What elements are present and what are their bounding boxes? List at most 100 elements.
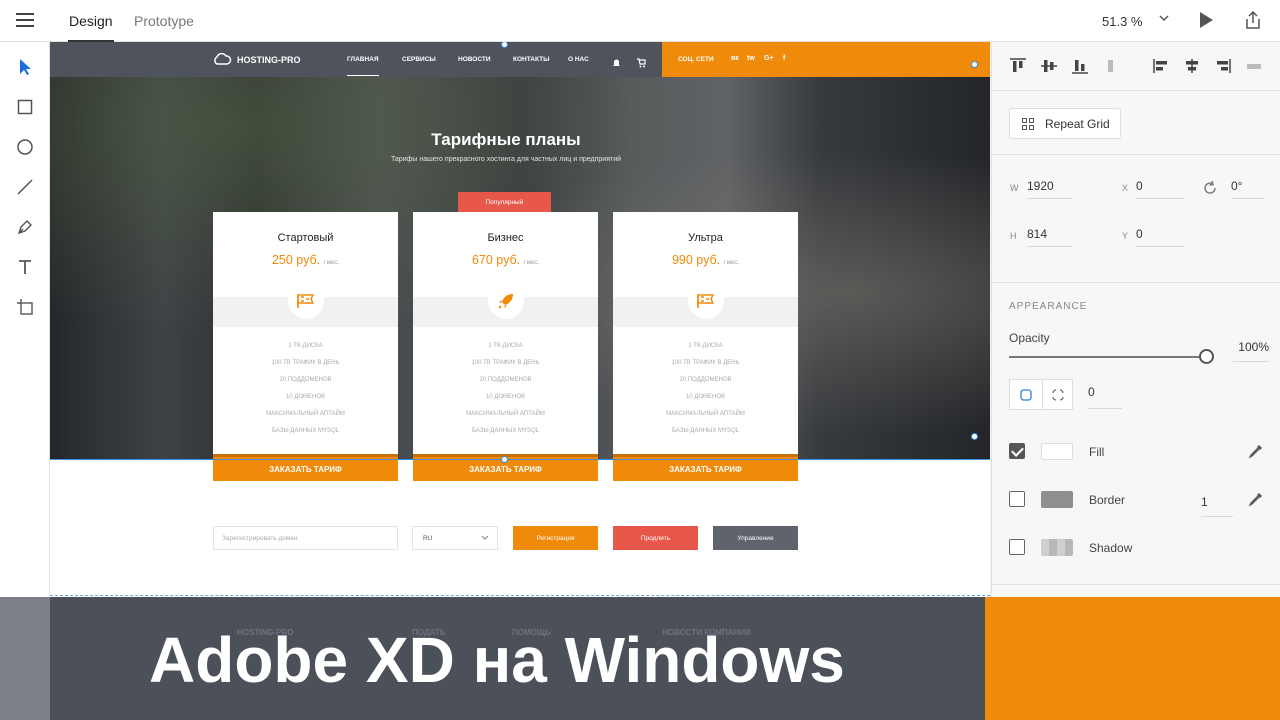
plan-card-ultra[interactable]: Ультра 990 руб. / мес. 1 ТВ ДИСКА 100 ТВ… [613, 212, 798, 460]
vk-icon[interactable]: вк [731, 55, 739, 62]
popular-badge: Популярный [458, 192, 551, 212]
align-left-icon[interactable] [1152, 58, 1170, 74]
facebook-icon[interactable]: f [783, 55, 785, 62]
feature-domains: 10 ДОМЕНОВ [485, 394, 526, 400]
zoom-level[interactable]: 51.3 % [1102, 14, 1142, 29]
register-button[interactable]: Регистрация [513, 526, 598, 550]
feature-uptime: МАКСИМАЛЬНЫЙ АПТАЙМ [466, 411, 545, 417]
plan-card-start[interactable]: Стартовый 250 руб. / мес. 1 ТВ ДИСКА 100… [213, 212, 398, 460]
language-value: RU [423, 535, 433, 542]
share-icon[interactable] [1244, 10, 1262, 30]
plan-features: 1 ТВ ДИСКА 100 ТВ ТРАФИК В ДЕНЬ 20 ПОДДО… [413, 343, 598, 445]
border-eyedropper-icon[interactable] [1248, 491, 1264, 507]
align-right-icon[interactable] [1214, 58, 1232, 74]
feature-uptime: МАКСИМАЛЬНЫЙ АПТАЙМ [266, 411, 345, 417]
opacity-slider-knob[interactable] [1199, 349, 1214, 364]
selection-outline [50, 459, 990, 460]
repeat-grid-label: Repeat Grid [1045, 116, 1110, 131]
rotation-field[interactable]: 0° [1231, 177, 1265, 199]
align-center-icon[interactable] [1183, 58, 1201, 74]
plan-card-business[interactable]: Бизнес 670 руб. / мес. 1 ТВ ДИСКА 100 ТВ… [413, 212, 598, 460]
shadow-checkbox[interactable] [1009, 539, 1025, 555]
nav-link-news[interactable]: НОВОСТИ [458, 56, 491, 63]
language-select[interactable]: RU [412, 526, 498, 550]
text-icon[interactable] [13, 255, 37, 279]
rectangle-icon[interactable] [13, 95, 37, 119]
selection-handle[interactable] [501, 456, 508, 463]
y-field[interactable]: 0 [1136, 225, 1184, 247]
align-middle-icon[interactable] [1040, 58, 1058, 74]
distribute-horizontal-icon[interactable] [1245, 58, 1263, 74]
nav-link-contacts[interactable]: КОНТАКТЫ [513, 56, 549, 63]
tab-design[interactable]: Design [68, 13, 114, 42]
pen-icon[interactable] [13, 215, 37, 239]
hamburger-menu-icon[interactable] [16, 13, 34, 27]
feature-mysql: БАЗЫ ДАННЫХ MYSQL [271, 428, 340, 434]
cloud-logo-icon [212, 52, 232, 71]
selection-handle[interactable] [971, 61, 978, 68]
opacity-field[interactable]: 100% [1233, 340, 1269, 362]
feature-subdomains: 20 ПОДДОМЕНОВ [279, 377, 332, 383]
social-label: СОЦ. СЕТИ [678, 56, 714, 63]
x-field[interactable]: 0 [1136, 177, 1184, 199]
fill-eyedropper-icon[interactable] [1248, 443, 1264, 459]
align-top-icon[interactable] [1009, 58, 1027, 74]
distribute-vertical-icon[interactable] [1102, 58, 1120, 74]
nav-link-services[interactable]: СЕРВИСЫ [402, 56, 436, 63]
border-label: Border [1089, 493, 1126, 507]
site-logo[interactable]: HOSTING-PRO [237, 55, 301, 65]
nav-link-home[interactable]: ГЛАВНАЯ [347, 56, 379, 76]
flag-icon [688, 283, 724, 319]
height-field[interactable]: 814 [1027, 225, 1073, 247]
manage-button[interactable]: Управление [713, 526, 798, 550]
design-canvas[interactable]: HOSTING-PRO ГЛАВНАЯ СЕРВИСЫ НОВОСТИ КОНТ… [50, 42, 990, 597]
artboard-icon[interactable] [13, 295, 37, 319]
repeat-grid-button[interactable]: Repeat Grid [1009, 108, 1121, 139]
line-icon[interactable] [13, 175, 37, 199]
plan-features: 1 ТВ ДИСКА 100 ТВ ТРАФИК В ДЕНЬ 20 ПОДДО… [613, 343, 798, 445]
tab-prototype[interactable]: Prototype [134, 13, 194, 29]
rocket-icon [488, 283, 524, 319]
corner-radius-field[interactable]: 0 [1088, 385, 1122, 409]
grid-icon [1022, 118, 1035, 131]
twitter-icon[interactable]: tw [747, 55, 755, 62]
align-toolbar [992, 42, 1280, 91]
appearance-heading: APPEARANCE [1009, 301, 1088, 312]
align-bottom-icon[interactable] [1071, 58, 1089, 74]
border-checkbox[interactable] [1009, 491, 1025, 507]
feature-mysql: БАЗЫ ДАННЫХ MYSQL [471, 428, 540, 434]
feature-uptime: МАКСИМАЛЬНЫЙ АПТАЙМ [666, 411, 745, 417]
opacity-slider[interactable] [1009, 356, 1209, 358]
flag-icon [288, 283, 324, 319]
separate-corners-icon[interactable] [1042, 380, 1073, 409]
ellipse-icon[interactable] [13, 135, 37, 159]
feature-subdomains: 20 ПОДДОМЕНОВ [679, 377, 732, 383]
domain-input[interactable]: Зарегистрировать домен [213, 526, 398, 550]
fill-label: Fill [1089, 445, 1105, 459]
cart-icon[interactable] [636, 55, 646, 73]
bell-icon[interactable] [612, 55, 621, 73]
fill-checkbox[interactable] [1009, 443, 1025, 459]
selection-handle[interactable] [971, 433, 978, 440]
fill-color-swatch[interactable] [1041, 443, 1073, 460]
height-label: H [1010, 231, 1017, 241]
uniform-corners-icon[interactable] [1010, 380, 1041, 409]
x-label: X [1122, 183, 1129, 193]
chevron-down-icon [481, 533, 489, 543]
select-arrow-icon[interactable] [13, 55, 37, 79]
shadow-color-swatch[interactable] [1041, 539, 1073, 556]
app-top-bar: Design Prototype 51.3 % [0, 0, 1280, 42]
nav-link-about[interactable]: О НАС [568, 56, 589, 63]
artboard-fold-line [50, 595, 990, 596]
play-preview-icon[interactable] [1200, 12, 1213, 28]
border-color-swatch[interactable] [1041, 491, 1073, 508]
google-plus-icon[interactable]: G+ [764, 55, 774, 62]
renew-button[interactable]: Продлить [613, 526, 698, 550]
artboard[interactable]: HOSTING-PRO ГЛАВНАЯ СЕРВИСЫ НОВОСТИ КОНТ… [50, 42, 990, 597]
feature-disk: 1 ТВ ДИСКА [288, 343, 323, 349]
plan-name: Стартовый [277, 232, 334, 244]
zoom-chevron-down-icon[interactable] [1158, 12, 1170, 27]
border-width-field[interactable]: 1 [1201, 495, 1233, 517]
corner-radius-toggle [1009, 379, 1073, 410]
width-field[interactable]: 1920 [1027, 177, 1073, 199]
